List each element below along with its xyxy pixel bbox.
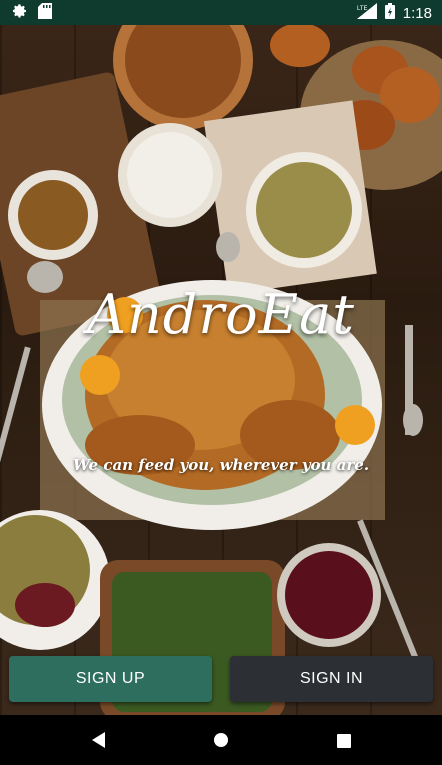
- navigation-bar: [0, 715, 442, 765]
- back-icon[interactable]: [92, 732, 106, 752]
- sd-card-icon: [38, 3, 52, 23]
- tagline: We can feed you, wherever you are.: [72, 456, 370, 474]
- battery-icon: [384, 3, 395, 23]
- status-bar: LTE 1:18: [0, 0, 442, 25]
- gear-icon: [12, 3, 28, 23]
- home-icon[interactable]: [213, 732, 229, 752]
- app-title: AndroEat: [87, 283, 355, 346]
- sign-up-button[interactable]: SIGN UP: [9, 656, 212, 702]
- signal-icon: LTE: [356, 3, 377, 23]
- background-food-image: [0, 25, 442, 715]
- sign-in-button[interactable]: SIGN IN: [230, 656, 433, 702]
- svg-text:LTE: LTE: [357, 6, 368, 12]
- recents-icon[interactable]: [337, 733, 351, 752]
- clock: 1:18: [402, 4, 432, 22]
